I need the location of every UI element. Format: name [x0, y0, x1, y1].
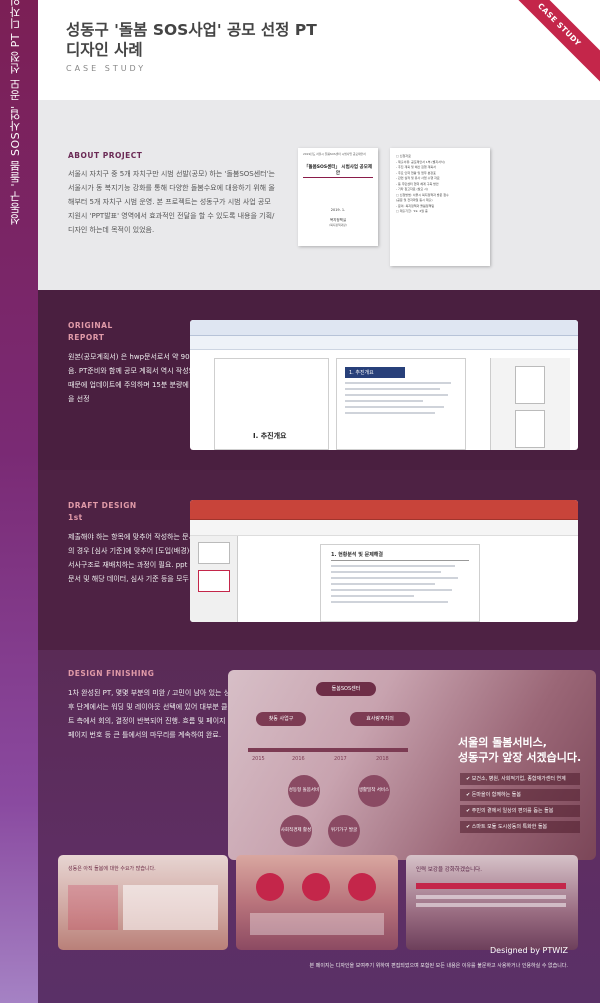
ppt-slide-heading: 1. 현황분석 및 문제해결 [331, 551, 469, 561]
hwp-page-panel [490, 358, 570, 450]
page-title: 성동구 '돌봄 SOS사업' 공모 선정 PT 디자인 사례 [66, 20, 366, 60]
designer-brand: Designed by PTWIZ [490, 946, 568, 955]
draft-label-line1: DRAFT DESIGN [68, 501, 137, 510]
doc-cover-thumbnail: 2019년도 서울시 돌봄SOS센터 시범사업 공모제안서 「돌봄SOS센터」 … [298, 148, 378, 246]
service-circle: 위기가구 발굴 [328, 815, 360, 847]
about-label: ABOUT PROJECT [68, 151, 143, 160]
doc-list-line: □ 제출기한: '19. 2월 중 [396, 209, 428, 213]
timeline-pill: 돌봄SOS센터 [316, 682, 376, 696]
design-finishing-section: DESIGN FINISHING 1차 완성된 PT, 몇몇 부분의 미완 / … [38, 650, 600, 1003]
year-label: 2017 [334, 756, 347, 762]
original-report-section: ORIGINAL REPORT 원본(공모계획서) 은 hwp문서로서 약 90… [38, 290, 600, 470]
draft-label: DRAFT DESIGN 1st [68, 500, 137, 524]
ppt-slide: 1. 현황분석 및 문제해결 [320, 544, 480, 622]
timeline-pill: 효사랑주치의 [350, 712, 410, 726]
left-sidebar: 성동구 '돌봄 SOS사업' 공모 선정 PT 디자인 사례 [0, 0, 38, 1003]
ppt-screenshot: 1. 현황분석 및 문제해결 [190, 500, 578, 622]
hwp-screenshot: Ⅰ. 추진개요 1. 추진개요 [190, 320, 578, 450]
original-label: ORIGINAL REPORT [68, 320, 113, 344]
service-circle: 성동형 돌봄서비스 [288, 775, 320, 825]
ppt-ribbon [190, 520, 578, 536]
final-slide-preview: 돌봄SOS센터 찾동 사업구 효사랑주치의 2015 2016 2017 201… [228, 670, 596, 860]
hwp-page-heading: Ⅰ. 추진개요 [253, 432, 287, 440]
design-text: 1차 완성된 PT, 몇몇 부분의 미완 / 고민이 남아 있는 상태, 이 후… [68, 689, 248, 739]
doc-cover-org-sub: (복지정책과장) [329, 223, 347, 227]
slide-thumbnail-3: 인력 보강을 강화하겠습니다. [406, 855, 578, 950]
copyright-note: 본 페이지는 디자인을 보여주기 위하여 편집되었으며 포함된 모든 내용은 이… [309, 963, 568, 969]
doc-list-thumbnail: □ 신청자료 - 제출서류: 공모제안서 1부 (별지서식) - 추진 계획 및… [390, 148, 490, 266]
timeline-bar [248, 748, 408, 752]
original-label-line2: REPORT [68, 333, 105, 342]
design-label: DESIGN FINISHING [68, 669, 155, 678]
service-circle: 사회적경제 활성화 [280, 815, 312, 847]
final-headline-line1: 서울의 돌봄서비스, [458, 736, 547, 749]
draft-design-section: DRAFT DESIGN 1st 제출해야 하는 항목에 맞추어 작성하는 문서… [38, 470, 600, 650]
ppt-slide-lines [331, 565, 469, 603]
about-text: 서울시 자치구 중 5개 자치구만 시범 선발(공모) 하는 '돌봄SOS센터'… [68, 170, 275, 234]
timeline-pill: 찾동 사업구 [256, 712, 306, 726]
ppt-toolbar [190, 500, 578, 520]
service-circle: 생활밀착 서비스 [358, 775, 390, 807]
hwp-side-heading: 1. 추진개요 [345, 367, 405, 378]
doc-cover-date: 2019. 1. [330, 208, 346, 212]
sidebar-title: 성동구 '돌봄 SOS사업' 공모 선정 PT 디자인 사례 [9, 0, 22, 225]
hwp-ribbon [190, 336, 578, 350]
slide-thumbnail-2 [236, 855, 398, 950]
year-label: 2018 [376, 756, 389, 762]
year-label: 2016 [292, 756, 305, 762]
doc-cover-header: 2019년도 서울시 돌봄SOS센터 시범사업 공모제안서 [303, 152, 366, 156]
final-headline-line2: 성동구가 앞장 서겠습니다. [458, 751, 582, 764]
doc-cover-title: 「돌봄SOS센터」 시범사업 공모제안 [303, 165, 373, 178]
about-section: ABOUT PROJECT 서울시 자치구 중 5개 자치구만 시범 선발(공모… [38, 100, 600, 290]
page-header: 성동구 '돌봄 SOS사업' 공모 선정 PT 디자인 사례 CASE STUD… [38, 0, 600, 100]
page-title-line1: 성동구 '돌봄 SOS사업' 공모 선정 PT [66, 21, 317, 39]
hwp-page-left: Ⅰ. 추진개요 [214, 358, 329, 450]
ppt-slide-panel [190, 536, 238, 622]
original-label-line1: ORIGINAL [68, 321, 113, 330]
year-label: 2015 [252, 756, 265, 762]
slide-thumbnail-1: 성동은 아직 돌봄에 대한 수요가 많습니다. [58, 855, 228, 950]
hwp-page-right: 1. 추진개요 [336, 358, 466, 450]
check-item: ✔ 돈마을이 함께하는 돌봄 [460, 789, 580, 801]
page-title-line2: 디자인 사례 [66, 41, 143, 59]
hwp-text-lines [345, 382, 457, 414]
check-item: ✔ 주민의 곁에서 일상의 편의를 돕는 돌봄 [460, 805, 580, 817]
thumb3-title: 인력 보강을 강화하겠습니다. [416, 867, 482, 873]
case-study-ribbon: CASE STUDY [498, 0, 600, 86]
check-item: ✔ 보건소, 병원, 사회적기업, 종합재가센터 연계 [460, 773, 580, 785]
hwp-toolbar [190, 320, 578, 336]
thumb1-title: 성동은 아직 돌봄에 대한 수요가 많습니다. [68, 866, 156, 872]
draft-label-line2: 1st [68, 513, 83, 522]
final-headline: 서울의 돌봄서비스, 성동구가 앞장 서겠습니다. [458, 735, 581, 765]
check-item: ✔ 스마트 모듈 도시성동의 특화한 돌봄 [460, 821, 580, 833]
page-subtitle: CASE STUDY [66, 64, 147, 73]
